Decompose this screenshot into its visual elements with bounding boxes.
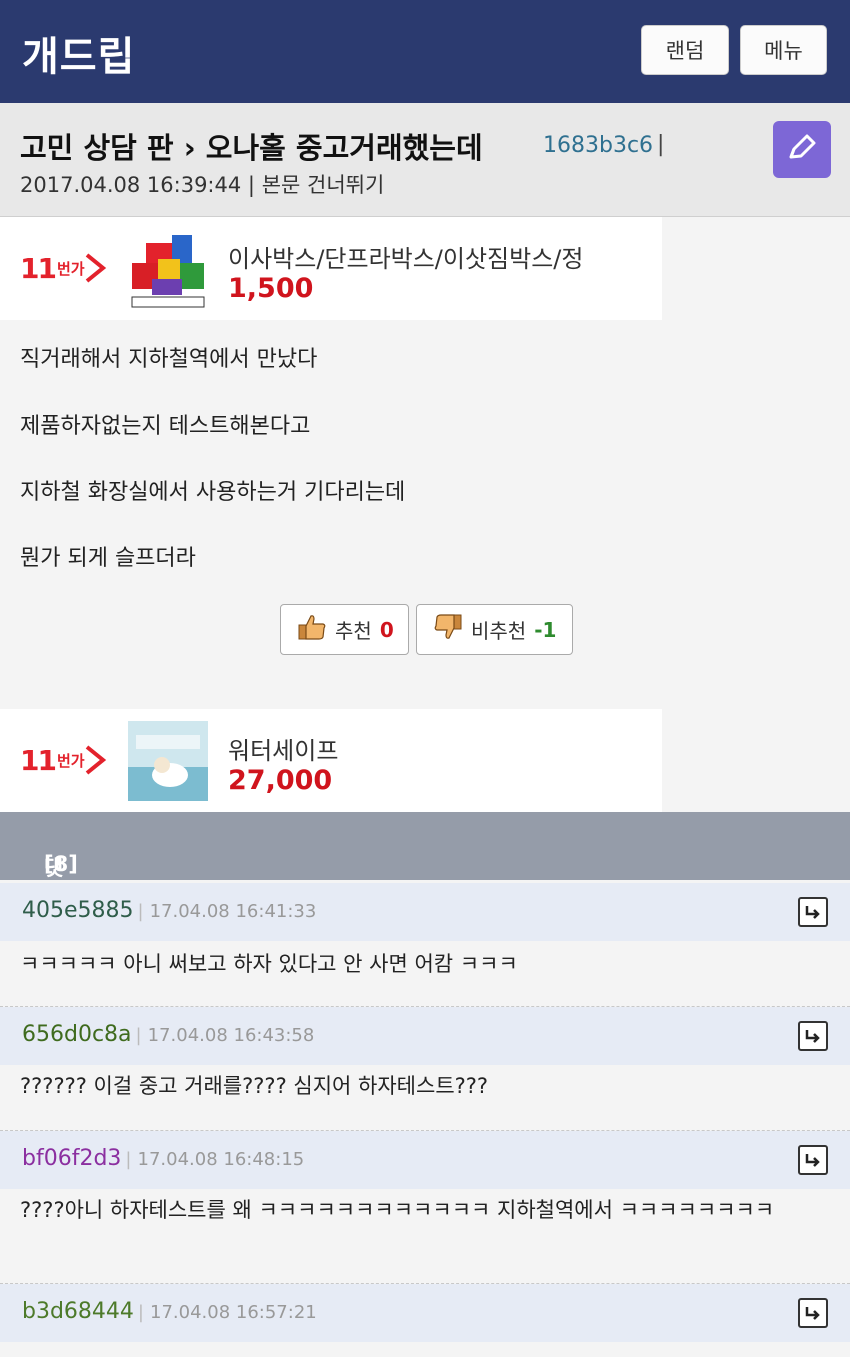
comment-meta-separator: | [137, 1302, 144, 1323]
comment: 405e5885 | 17.04.08 16:41:33 ㅋㅋㅋㅋㅋ 아니 써보고 … [0, 883, 850, 1007]
logo-arrow-icon [85, 253, 106, 283]
comment-meta: 656d0c8a | 17.04.08 16:43:58 [0, 1007, 850, 1065]
thumbs-down-icon [433, 613, 463, 646]
meta-separator: | [247, 173, 255, 197]
reply-arrow-icon[interactable] [798, 1145, 828, 1175]
comment-text: ????아니 하자테스트를 왜 ㅋㅋㅋㅋㅋㅋㅋㅋㅋㅋㅋㅋ 지하철역에서 ㅋㅋㅋㅋ… [20, 1198, 775, 1222]
post-body-line: 뭔가 되게 슬프더라 [20, 546, 196, 571]
comment-time: 17.04.08 16:41:33 [149, 901, 317, 922]
author-separator: | [657, 132, 665, 157]
logo-arrow-icon [85, 745, 106, 775]
downvote-label: 비추천 [471, 619, 527, 643]
ad-product-name: 이사박스/단프라박스/이삿짐박스/정 [228, 245, 584, 273]
comment: b3d68444 | 17.04.08 16:57:21 [0, 1284, 850, 1357]
comment-meta-separator: | [125, 1149, 132, 1170]
comment-meta: 405e5885 | 17.04.08 16:41:33 [0, 883, 850, 941]
post-meta: 2017.04.08 16:39:44 | 본문 건너뛰기 [20, 169, 384, 199]
post-date: 2017.04.08 16:39:44 [20, 173, 242, 197]
comments-header: 댓글 [8] [0, 812, 850, 910]
11st-logo: 11 번가 [20, 743, 107, 777]
11st-logo: 11 번가 [20, 251, 107, 285]
post-title: 오나홀 중고거래했는데 [205, 131, 483, 165]
comment-text: ㅋㅋㅋㅋㅋ 아니 써보고 하자 있다고 안 사면 어캄 ㅋㅋㅋ [20, 952, 518, 976]
ad-thumbnail [128, 721, 208, 801]
author-id[interactable]: 1683b3c6 [543, 133, 653, 158]
post-header: 고민 상담 판 › 오나홀 중고거래했는데 1683b3c6 | 2017.04… [0, 103, 850, 217]
ad-banner[interactable]: 11 번가 워터세이프 27,000 [0, 709, 662, 812]
comment-user-id[interactable]: b3d68444 [22, 1299, 134, 1324]
comment-meta: bf06f2d3 | 17.04.08 16:48:15 [0, 1131, 850, 1189]
breadcrumb-separator: › [183, 131, 196, 165]
write-button[interactable] [773, 121, 831, 178]
reply-arrow-icon[interactable] [798, 1021, 828, 1051]
ad-price: 27,000 [228, 765, 333, 796]
ad-banner[interactable]: 11 번가 이사박스/단프라박스/이삿짐박스/정 1,500 [0, 217, 662, 320]
comment-user-id[interactable]: bf06f2d3 [22, 1146, 121, 1171]
post-body-line: 직거래해서 지하철역에서 만났다 [20, 347, 318, 372]
ad-price: 1,500 [228, 273, 314, 304]
upvote-count: 0 [379, 617, 394, 642]
thumbs-up-icon [297, 613, 327, 646]
comment-time: 17.04.08 16:43:58 [147, 1025, 315, 1046]
comment: 656d0c8a | 17.04.08 16:43:58 ?????? 이걸 중고 … [0, 1007, 850, 1131]
comment-meta-separator: | [137, 901, 144, 922]
post-title-line: 고민 상담 판 › 오나홀 중고거래했는데 [20, 125, 483, 167]
upvote-button[interactable]: 추천 0 [280, 604, 409, 655]
site-logo[interactable]: 개드립 [22, 24, 135, 82]
ad-product-name: 워터세이프 [228, 737, 339, 765]
comment-meta-separator: | [135, 1025, 142, 1046]
reply-arrow-icon[interactable] [798, 897, 828, 927]
downvote-button[interactable]: 비추천 -1 [416, 604, 573, 655]
post-body-line: 지하철 화장실에서 사용하는거 기다리는데 [20, 480, 406, 505]
comment-user-id[interactable]: 405e5885 [22, 898, 134, 923]
top-bar: 개드립 랜덤 메뉴 [0, 0, 850, 103]
comment-meta: b3d68444 | 17.04.08 16:57:21 [0, 1284, 850, 1342]
post-body-line: 제품하자없는지 테스트해본다고 [20, 414, 311, 439]
downvote-count: -1 [534, 617, 557, 642]
reply-arrow-icon[interactable] [798, 1298, 828, 1328]
comment: bf06f2d3 | 17.04.08 16:48:15 ????아니 하자테스트를… [0, 1131, 850, 1284]
menu-button[interactable]: 메뉴 [740, 25, 827, 75]
skip-content-link[interactable]: 본문 건너뛰기 [262, 173, 385, 197]
random-button[interactable]: 랜덤 [641, 25, 729, 75]
comments-count: [8] [44, 852, 78, 876]
board-link[interactable]: 고민 상담 판 [20, 131, 174, 165]
comment-text: ?????? 이걸 중고 거래를???? 심지어 하자테스트??? [20, 1074, 489, 1098]
comment-user-id[interactable]: 656d0c8a [22, 1022, 132, 1047]
comment-time: 17.04.08 16:57:21 [150, 1302, 317, 1323]
pencil-icon [785, 131, 819, 169]
upvote-label: 추천 [335, 619, 372, 643]
comment-time: 17.04.08 16:48:15 [137, 1149, 305, 1170]
ad-thumbnail [128, 229, 208, 309]
